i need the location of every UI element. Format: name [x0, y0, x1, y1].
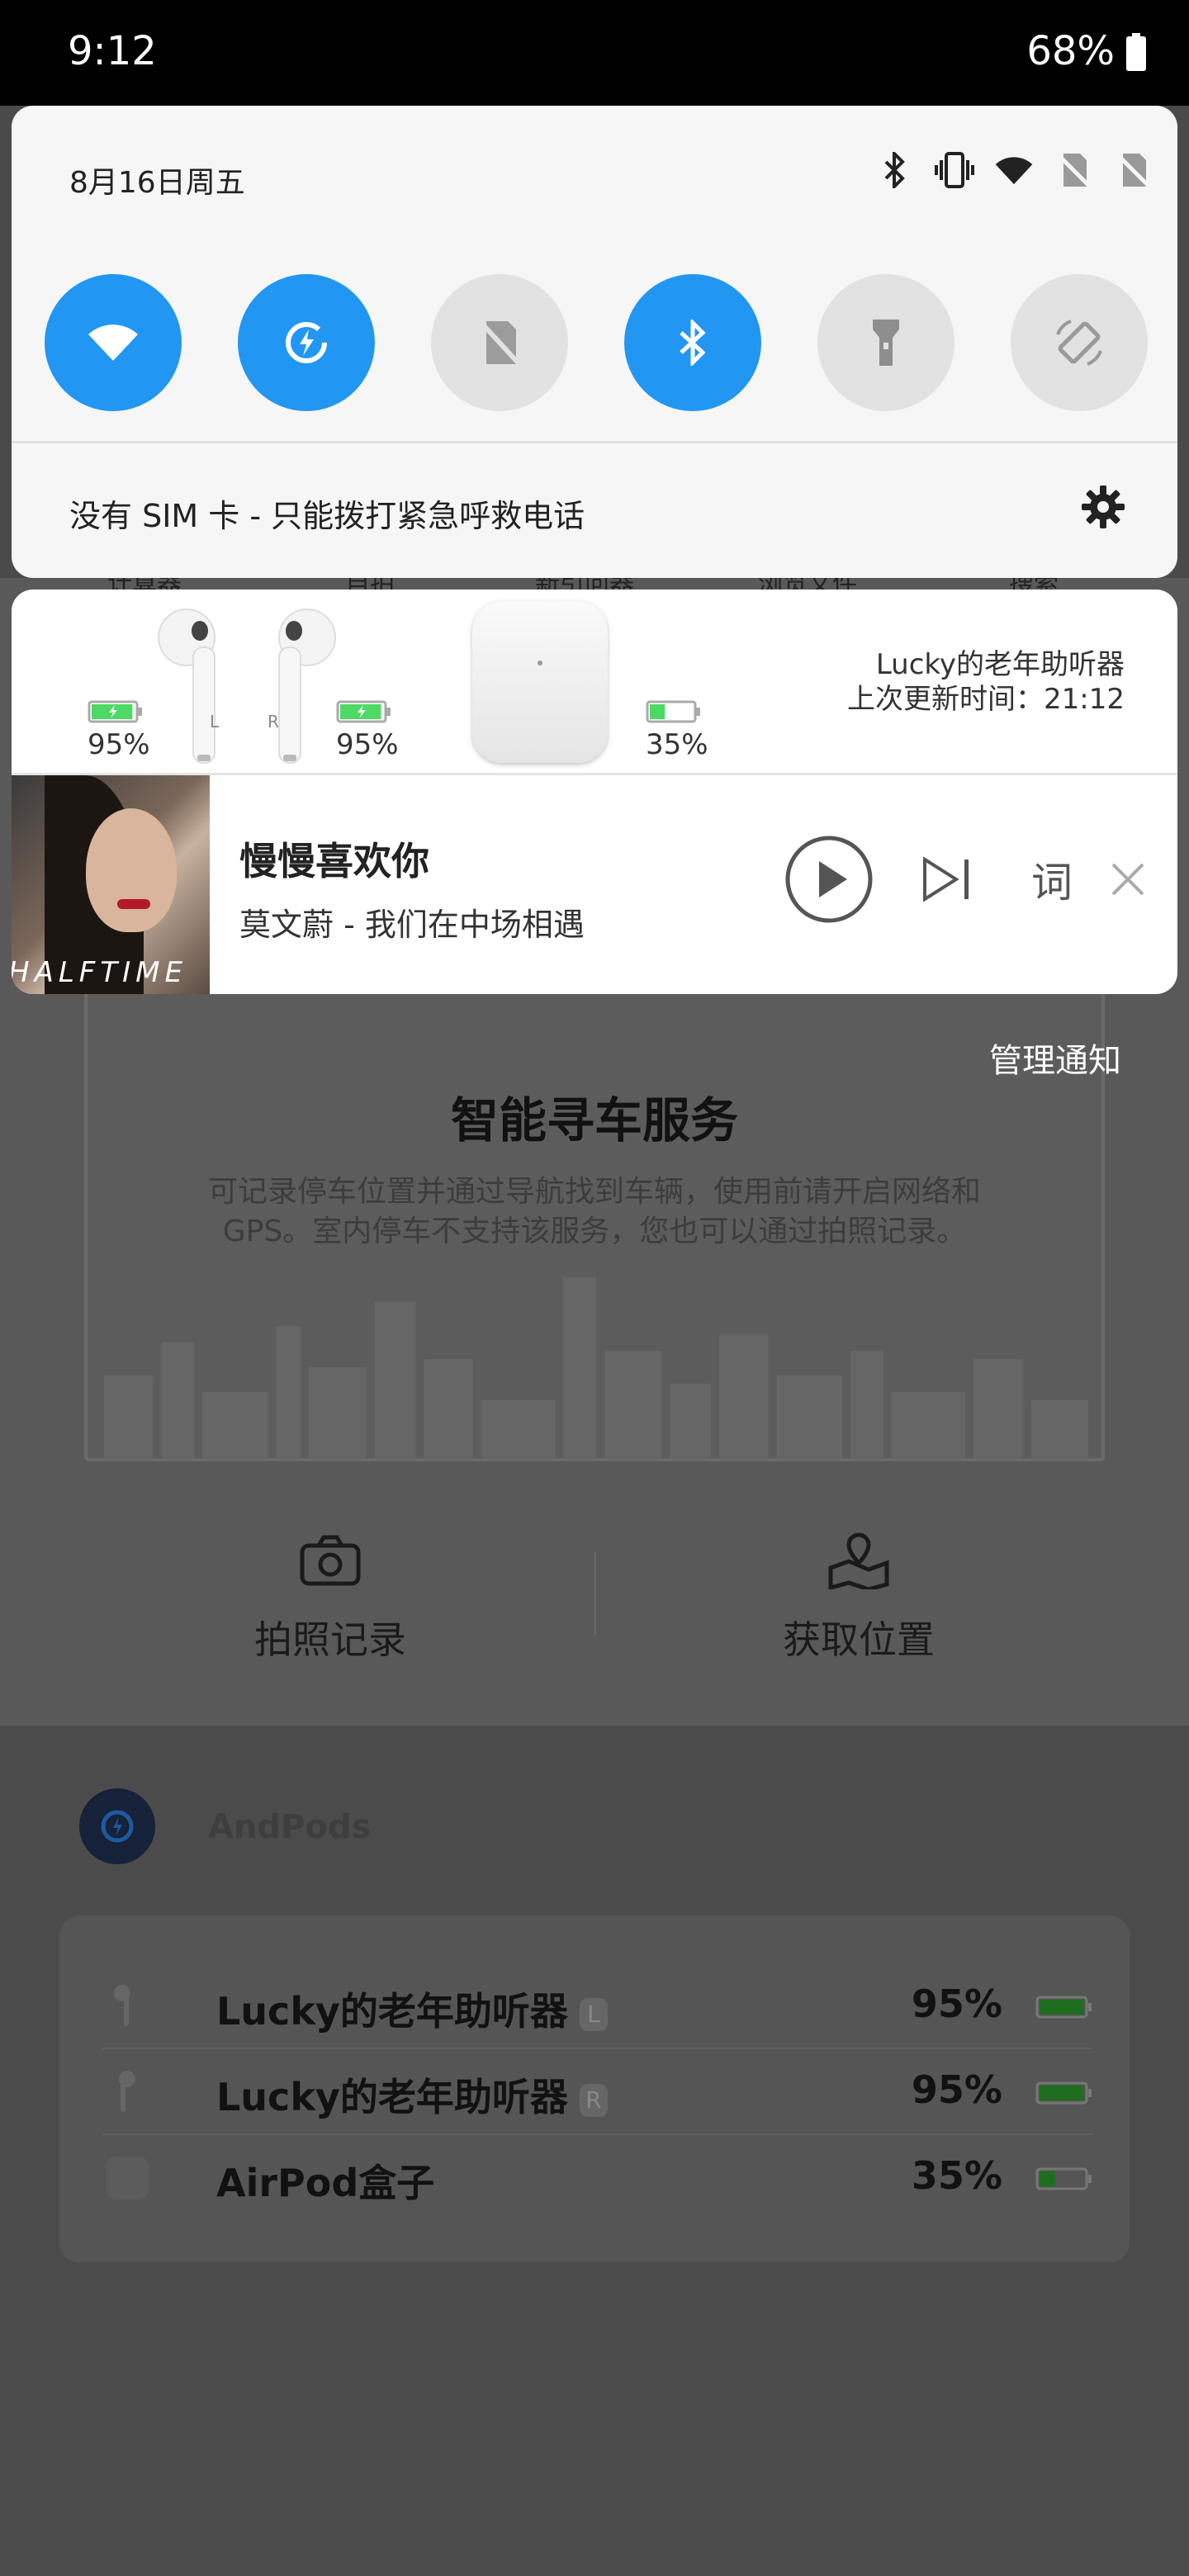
bluetooth-icon — [875, 150, 915, 190]
device-info: Lucky的老年助听器 上次更新时间：21:12 — [847, 647, 1125, 717]
map-pin-icon — [669, 1527, 1049, 1593]
airpod-right-icon — [119, 2071, 135, 2112]
action-divider — [594, 1552, 596, 1635]
next-track-button[interactable] — [917, 850, 976, 909]
camera-icon — [140, 1527, 520, 1593]
play-icon — [785, 836, 873, 923]
settings-gear-icon[interactable] — [1080, 484, 1126, 530]
qs-divider — [12, 441, 1177, 443]
album-art: HALFTIME — [12, 775, 210, 994]
device-list-card: Lucky的老年助听器 L 95% Lucky的老年助听器 R 95% AirPod… — [59, 1915, 1130, 2262]
airpod-left-icon — [114, 1985, 130, 2026]
airpods-notification[interactable]: L R 95% 95% 35% Lucky的老年助听器 上次更新时间：21:12… — [12, 590, 1177, 994]
smart-parking-title: 智能寻车服务 — [450, 1092, 738, 1148]
device-row-right[interactable]: Lucky的老年助听器 R 95% — [102, 2049, 1093, 2135]
bluetooth-icon — [680, 320, 706, 366]
clock: 9:12 — [68, 28, 157, 74]
vibrate-icon — [935, 150, 974, 190]
tile-bluetooth[interactable] — [624, 274, 761, 411]
status-icons — [875, 150, 1153, 190]
quick-settings-panel: 8月16日周五 没有 SIM 卡 - 只能拨打紧急呼救电话 — [12, 106, 1177, 578]
no-sim-icon — [1054, 150, 1093, 190]
auto-rotate-icon — [1056, 320, 1102, 366]
battery-icon — [1126, 33, 1146, 71]
data-saver-icon — [286, 322, 327, 363]
airpod-case-image — [472, 601, 608, 763]
get-location-button[interactable]: 获取位置 — [669, 1527, 1049, 1664]
airpods-battery-row: L R 95% 95% 35% Lucky的老年助听器 上次更新时间：21:12 — [12, 590, 1177, 773]
right-battery-icon — [336, 700, 391, 723]
battery-icon — [1035, 1996, 1092, 2019]
tile-data-saver[interactable] — [238, 274, 375, 411]
battery-percent: 68% — [1026, 28, 1115, 74]
case-battery-pct: 35% — [646, 728, 708, 761]
date-label: 8月16日周五 — [69, 166, 245, 200]
tile-wifi[interactable] — [45, 274, 182, 411]
airpod-case-icon — [106, 2157, 149, 2200]
smart-parking-description: 可记录停车位置并通过导航找到车辆，使用前请开启网络和GPS。室内停车不支持该服务… — [207, 1175, 981, 1248]
andpods-app-name: AndPods — [208, 1808, 372, 1846]
play-button[interactable] — [783, 833, 875, 926]
no-sim-message: 没有 SIM 卡 - 只能拨打紧急呼救电话 — [69, 498, 585, 534]
andpods-logo-icon — [79, 1788, 155, 1864]
device-row-left[interactable]: Lucky的老年助听器 L 95% — [102, 1963, 1093, 2049]
left-battery-pct: 95% — [88, 728, 150, 761]
wifi-icon — [88, 324, 138, 361]
device-name: Lucky的老年助听器 L — [216, 1982, 608, 2036]
skip-next-icon — [923, 856, 969, 902]
no-sim-icon — [1113, 150, 1153, 190]
right-bud-label: R — [268, 712, 279, 732]
right-battery-pct: 95% — [336, 728, 399, 761]
device-battery-pct: 95% — [911, 1982, 1002, 2026]
device-row-case[interactable]: AirPod盒子 35% — [102, 2135, 1093, 2221]
left-battery-icon — [88, 700, 142, 723]
tile-mobile-data[interactable] — [431, 274, 568, 411]
manage-notifications-button[interactable]: 管理通知 — [989, 1034, 1121, 1082]
wifi-signal-icon — [994, 150, 1034, 190]
status-bar: 9:12 68% — [0, 0, 1189, 106]
dismiss-button[interactable] — [1106, 858, 1149, 901]
device-name: Lucky的老年助听器 R — [216, 2067, 608, 2122]
case-battery-icon — [646, 700, 700, 723]
last-update-time: 上次更新时间：21:12 — [847, 683, 1125, 716]
battery-icon — [1035, 2081, 1092, 2105]
song-artist: 莫文蔚 - 我们在中场相遇 — [239, 907, 585, 943]
device-side-tag: L — [579, 1997, 608, 2031]
close-icon — [1111, 863, 1144, 896]
device-battery-pct: 35% — [911, 2153, 1002, 2198]
photo-record-label: 拍照记录 — [254, 1617, 406, 1662]
lyrics-button[interactable]: 词 — [1021, 848, 1083, 911]
device-name: AirPod盒子 — [216, 2161, 435, 2205]
flashlight-icon — [873, 320, 899, 366]
get-location-label: 获取位置 — [783, 1617, 935, 1662]
airpod-right-image — [278, 608, 336, 764]
tile-flashlight[interactable] — [817, 274, 955, 411]
no-sim-card-icon — [479, 320, 520, 365]
album-art-text: HALFTIME — [12, 956, 187, 989]
photo-record-button[interactable]: 拍照记录 — [140, 1527, 520, 1664]
device-side-tag: R — [579, 2083, 608, 2117]
music-player-notification[interactable]: HALFTIME 慢慢喜欢你 莫文蔚 - 我们在中场相遇 词 — [12, 775, 1177, 994]
tile-auto-rotate[interactable] — [1011, 274, 1148, 411]
city-skyline-illustration — [103, 1276, 1089, 1458]
song-title: 慢慢喜欢你 — [239, 839, 429, 883]
device-battery-pct: 95% — [911, 2067, 1002, 2112]
battery-icon — [1035, 2167, 1092, 2190]
airpod-left-image — [158, 608, 216, 764]
device-name: Lucky的老年助听器 — [875, 648, 1125, 681]
left-bud-label: L — [210, 712, 220, 732]
